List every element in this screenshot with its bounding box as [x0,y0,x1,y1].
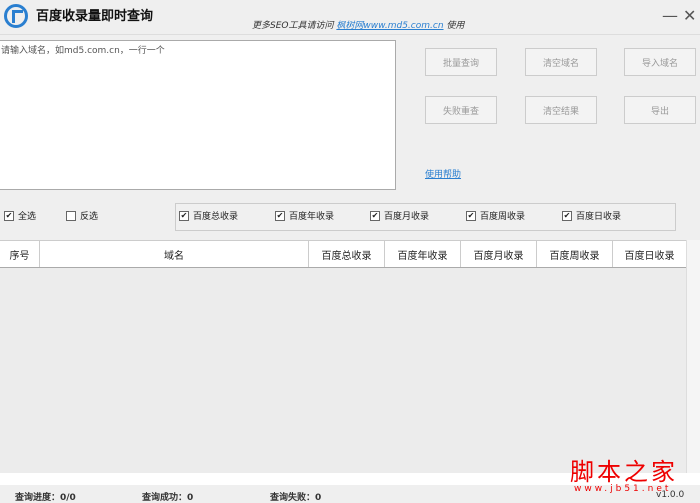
table-header: 序号 域名 百度总收录 百度年收录 百度月收录 百度周收录 百度日收录 [0,240,686,268]
promo-text: 更多SEO工具请访问 枫树网www.md5.com.cn 使用 [252,18,464,31]
col-total[interactable]: 百度总收录 [309,241,385,267]
clear-results-button[interactable]: 清空结果 [525,96,597,124]
close-icon[interactable]: ✕ [683,6,696,25]
results-table-body [0,268,686,473]
retry-failed-button[interactable]: 失败重查 [425,96,497,124]
import-domains-button[interactable]: 导入域名 [624,48,696,76]
checkbox-checked-icon: ✔ [562,210,572,221]
fail-status: 查询失败：0 [270,493,322,503]
checkbox-checked-icon: ✔ [370,210,380,221]
promo-prefix: 更多SEO工具请访问 [252,21,334,31]
option-label: 百度总收录 [193,212,239,222]
option-label: 百度周收录 [480,212,526,222]
invert-select-label: 反选 [80,212,99,222]
scrollbar[interactable] [686,240,700,473]
watermark: 脚本之家 [570,458,678,486]
progress-status: 查询进度：0/0 [15,493,76,503]
option-week[interactable]: ✔ 百度周收录 [466,209,525,222]
option-label: 百度月收录 [384,212,430,222]
option-day[interactable]: ✔ 百度日收录 [562,209,621,222]
promo-link[interactable]: 枫树网www.md5.com.cn [336,21,443,31]
checkbox-checked-icon: ✔ [4,210,14,221]
app-title: 百度收录量即时查询 [36,9,154,24]
col-month[interactable]: 百度月收录 [461,241,537,267]
option-label: 百度日收录 [576,212,622,222]
option-month[interactable]: ✔ 百度月收录 [370,209,429,222]
domain-input[interactable] [0,40,396,190]
col-domain[interactable]: 域名 [40,241,309,267]
col-week[interactable]: 百度周收录 [537,241,613,267]
clear-domains-button[interactable]: 清空域名 [525,48,597,76]
col-day[interactable]: 百度日收录 [613,241,686,267]
divider [0,34,700,35]
checkbox-checked-icon: ✔ [275,210,285,221]
success-status: 查询成功：0 [142,493,194,503]
checkbox-icon [66,210,76,221]
minimize-icon[interactable]: — [662,6,678,25]
invert-select-checkbox[interactable]: 反选 [66,209,98,222]
watermark-url: www.jb51.net [574,484,672,494]
option-label: 百度年收录 [289,212,335,222]
option-year[interactable]: ✔ 百度年收录 [275,209,334,222]
checkbox-checked-icon: ✔ [179,210,189,221]
export-button[interactable]: 导出 [624,96,696,124]
batch-query-button[interactable]: 批量查询 [425,48,497,76]
option-total[interactable]: ✔ 百度总收录 [179,209,238,222]
app-logo-icon [4,4,28,28]
checkbox-checked-icon: ✔ [466,210,476,221]
col-year[interactable]: 百度年收录 [385,241,461,267]
select-all-checkbox[interactable]: ✔ 全选 [4,209,36,222]
select-all-label: 全选 [18,212,37,222]
promo-suffix: 使用 [446,21,465,31]
col-index[interactable]: 序号 [0,241,40,267]
help-link[interactable]: 使用帮助 [425,167,461,180]
